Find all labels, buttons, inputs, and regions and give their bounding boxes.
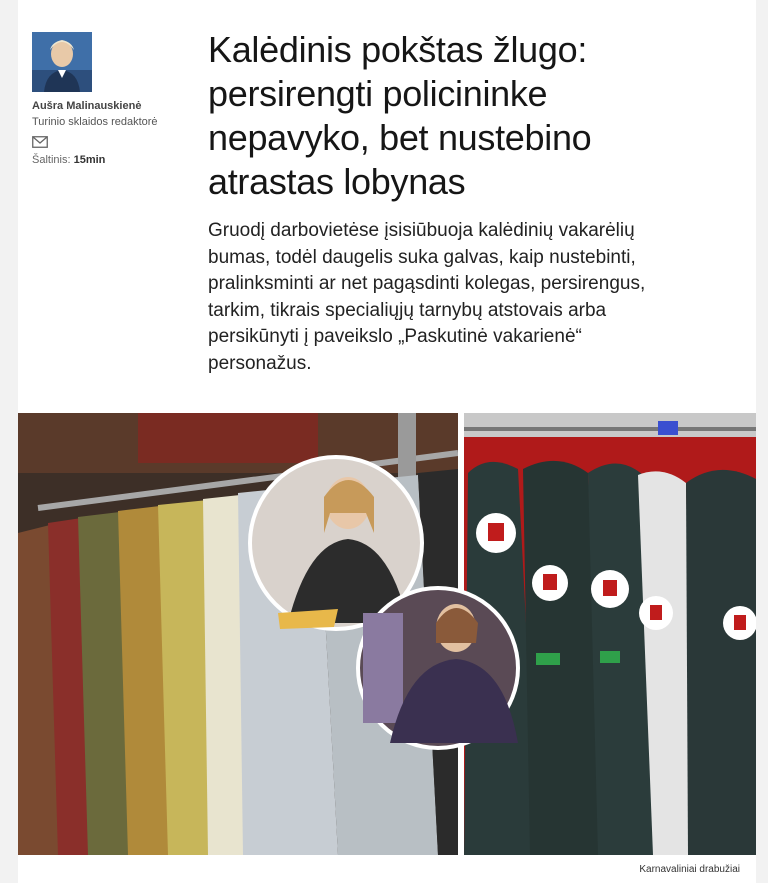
source-label: Šaltinis: [32, 154, 71, 166]
author-role: Turinio sklaidos redaktorė [32, 116, 158, 128]
mail-icon[interactable] [32, 136, 48, 148]
source-line: Šaltinis: 15min [32, 154, 182, 166]
article-photo[interactable] [18, 413, 756, 855]
article-page: Aušra Malinauskienė Turinio sklaidos red… [18, 0, 756, 883]
author-name[interactable]: Aušra Malinauskienė [32, 100, 182, 112]
source-name[interactable]: 15min [74, 154, 106, 166]
article-headline: Kalėdinis pokštas žlugo: persirengti pol… [208, 29, 592, 202]
author-block: Aušra Malinauskienė Turinio sklaidos red… [32, 32, 182, 166]
photo-caption: Karnavaliniai drabužiai [639, 864, 740, 875]
article-lead: Gruodį darbovietėse įsisiūbuoja kalėdini… [208, 220, 646, 374]
author-avatar[interactable] [32, 32, 92, 92]
